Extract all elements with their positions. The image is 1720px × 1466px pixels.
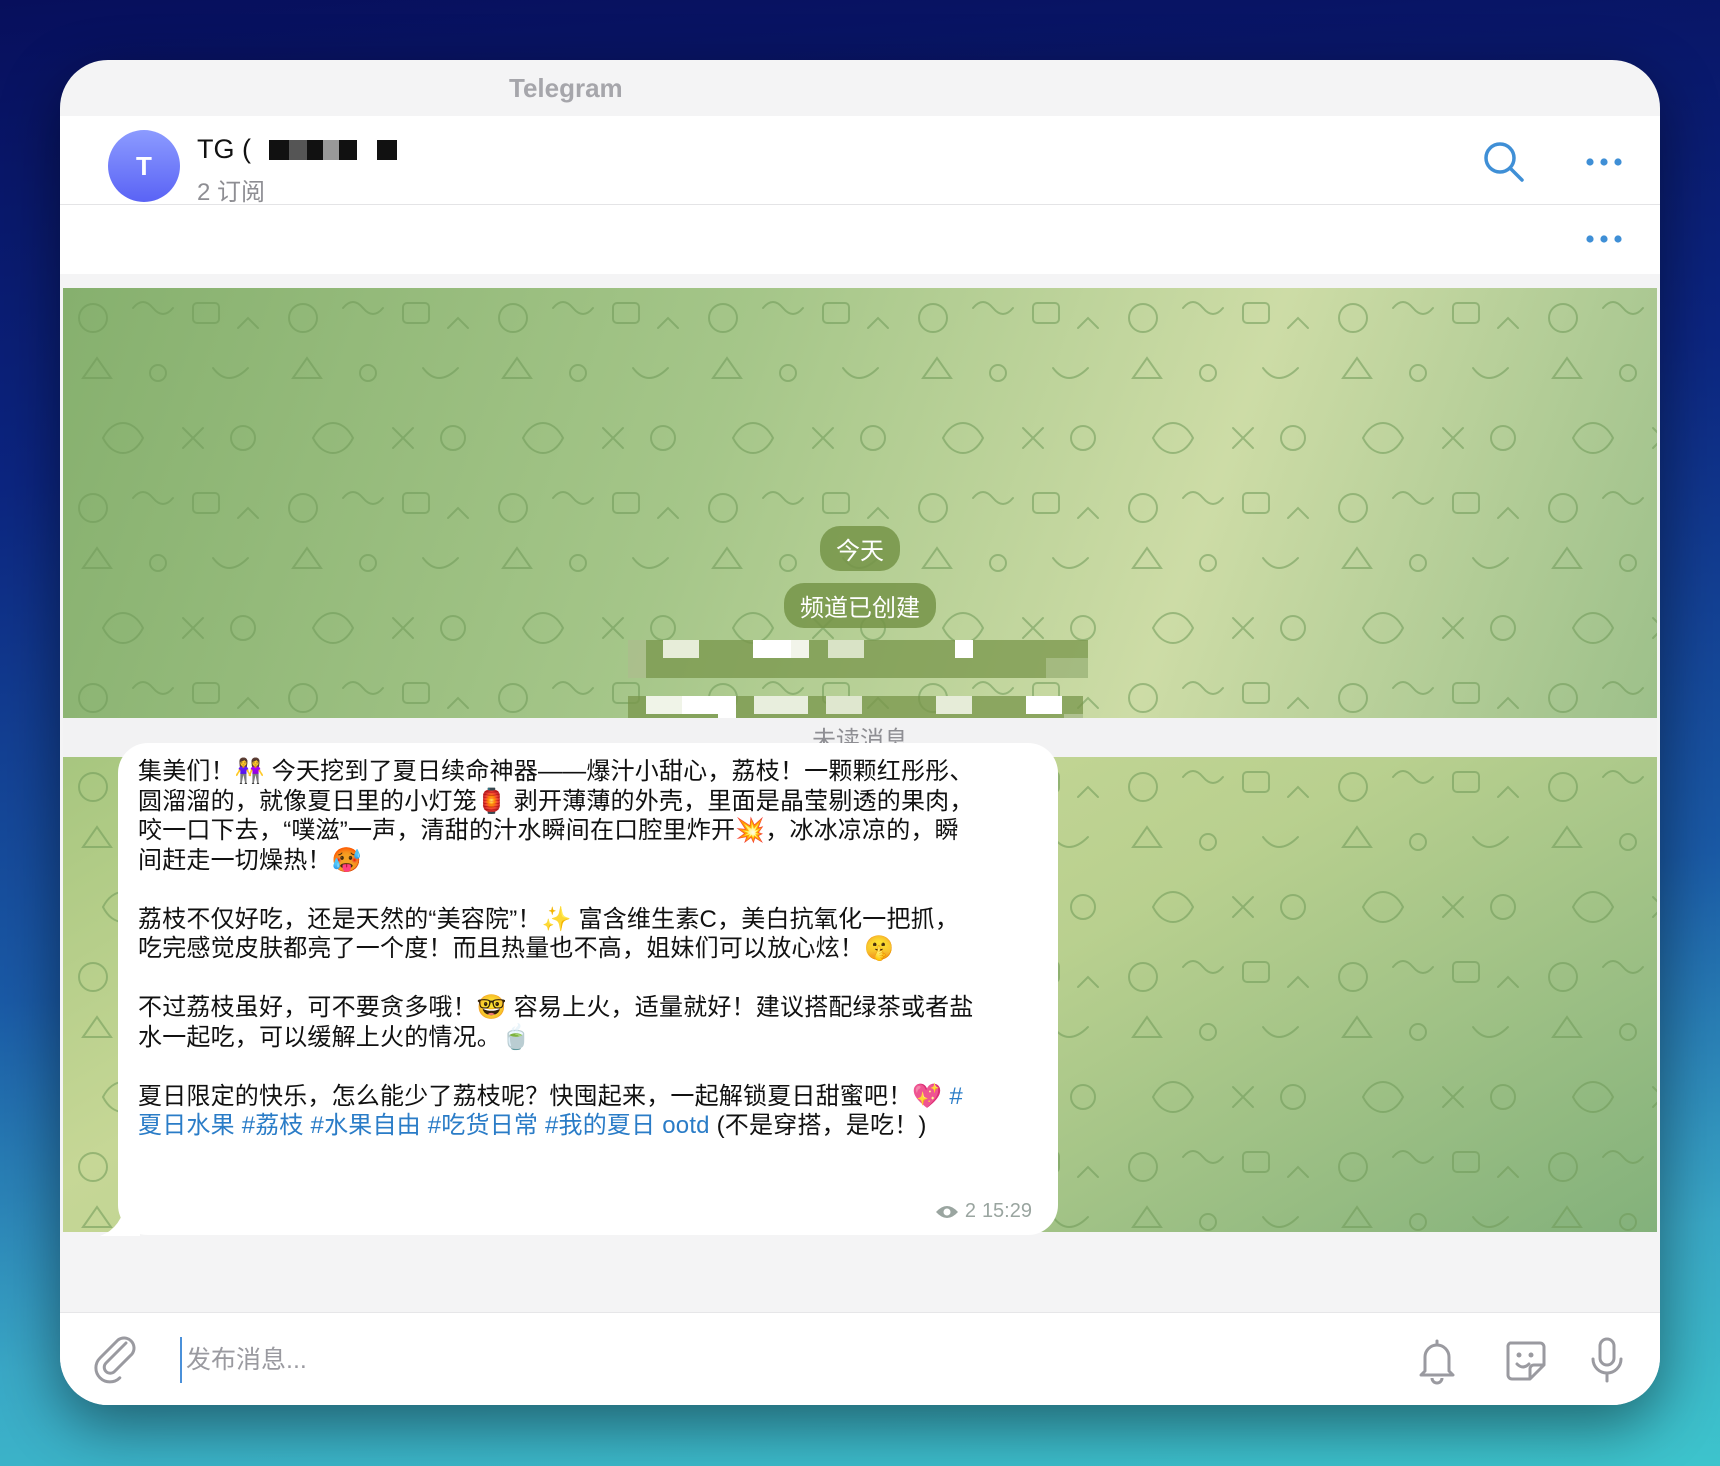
channel-name-text: TG (	[197, 134, 251, 164]
avatar[interactable]: T	[108, 130, 180, 202]
header-info-row: T TG ( 2 订阅	[60, 116, 1660, 206]
chat-header: T TG ( 2 订阅	[60, 116, 1660, 274]
redacted-text-line-1	[628, 640, 1088, 678]
redacted-name-blocks	[269, 139, 397, 160]
bell-icon[interactable]	[1410, 1333, 1464, 1387]
sticker-icon[interactable]	[1498, 1333, 1552, 1387]
message-input[interactable]	[180, 1337, 1188, 1383]
message-meta: 2 15:29	[935, 1200, 1032, 1223]
telegram-window: Telegram T TG ( 2 订阅 今天 频道已创建 未读消息 集美们！👭…	[60, 60, 1660, 1405]
more-icon[interactable]	[1580, 138, 1628, 186]
hashtag-link[interactable]: #水果自由	[311, 1112, 421, 1139]
paperclip-icon[interactable]	[90, 1333, 144, 1387]
title-bar: Telegram	[60, 60, 1660, 116]
channel-created-pill: 频道已创建	[784, 583, 936, 628]
microphone-icon[interactable]	[1580, 1333, 1634, 1387]
hashtag-link[interactable]: #荔枝	[242, 1112, 304, 1139]
message-input-bar	[60, 1312, 1660, 1405]
subscriber-count: 2 订阅	[197, 179, 266, 206]
message-paragraph-2: 荔枝不仅好吃，还是天然的“美容院”！✨ 富含维生素C，美白抗氧化一把抓， 吃完感…	[138, 905, 960, 963]
message-bubble[interactable]: 集美们！👭 今天挖到了夏日续命神器——爆汁小甜心，荔枝！一颗颗红彤彤、 圆溜溜的…	[118, 743, 1058, 1235]
hashtag-link[interactable]: #吃货日常	[428, 1112, 538, 1139]
view-count: 2	[964, 1200, 976, 1222]
message-text: 集美们！👭 今天挖到了夏日续命神器——爆汁小甜心，荔枝！一颗颗红彤彤、 圆溜溜的…	[138, 757, 1043, 1141]
pinned-bar	[60, 204, 1660, 274]
window-title: Telegram	[509, 72, 623, 103]
redacted-text-line-2	[628, 696, 1083, 718]
message-time: 15:29	[981, 1200, 1032, 1222]
message-paragraph-3: 不过荔枝虽好，可不要贪多哦！🤓 容易上火，适量就好！建议搭配绿茶或者盐 水一起吃…	[138, 994, 974, 1051]
more-icon-secondary[interactable]	[1580, 215, 1628, 263]
search-icon[interactable]	[1480, 138, 1528, 186]
channel-name[interactable]: TG (	[197, 134, 397, 165]
hashtag-link[interactable]: #我的夏日	[545, 1112, 655, 1139]
message-paragraph-1: 集美们！👭 今天挖到了夏日续命神器——爆汁小甜心，荔枝！一颗颗红彤彤、 圆溜溜的…	[138, 758, 974, 874]
message-tail-text: (不是穿搭，是吃！)	[709, 1112, 927, 1139]
chat-background-top: 今天 频道已创建	[63, 288, 1657, 718]
date-pill: 今天	[820, 526, 900, 571]
ootd-link[interactable]: ootd	[662, 1112, 710, 1139]
eye-icon	[935, 1205, 958, 1218]
message-paragraph-4: 夏日限定的快乐，怎么能少了荔枝呢？快囤起来，一起解锁夏日甜蜜吧！💖	[138, 1082, 950, 1110]
